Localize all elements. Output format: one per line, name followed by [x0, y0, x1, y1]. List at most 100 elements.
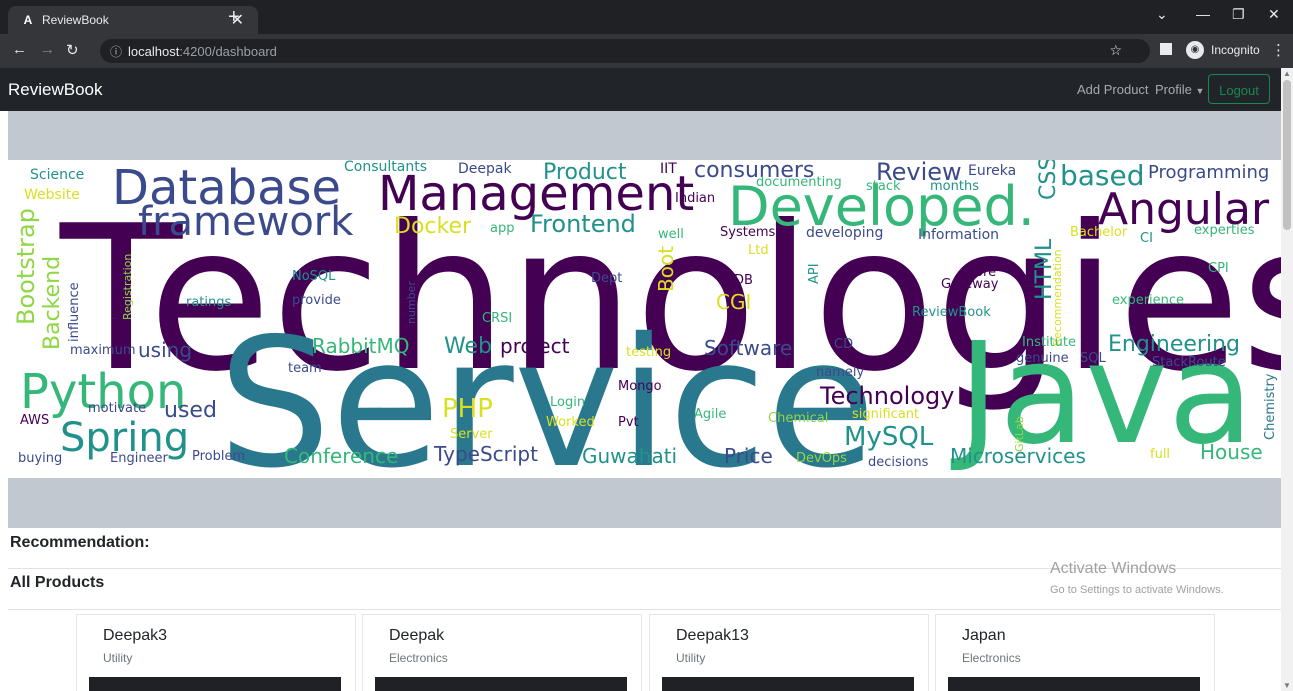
wordcloud-word: SQL [1080, 351, 1106, 366]
side-panel-icon[interactable] [1160, 43, 1172, 55]
wordcloud-word: Mongo [618, 379, 662, 394]
product-card[interactable]: Deepak13 Utility [649, 614, 929, 691]
url-path: :4200/dashboard [179, 44, 277, 59]
wordcloud-word: namely [816, 365, 865, 380]
restore-icon[interactable]: ❐ [1232, 6, 1245, 23]
wordcloud-word: genuine [1016, 351, 1069, 366]
wordcloud-word: Chemistry [1263, 373, 1278, 441]
wordcloud-word: CI [1140, 231, 1153, 246]
product-category: Electronics [962, 651, 1021, 665]
add-product-link[interactable]: Add Product [1077, 82, 1149, 97]
wordcloud-word: Agile [694, 407, 727, 422]
recommendation-heading: Recommendation: [10, 534, 150, 551]
wordcloud-word: maximum [70, 343, 136, 358]
product-category: Utility [103, 651, 133, 665]
wordcloud-word: well [658, 227, 684, 242]
wordcloud-word: Price [724, 444, 773, 468]
page-scrollbar[interactable]: ▲ ▼ [1281, 68, 1293, 691]
reload-icon[interactable]: ↻ [66, 41, 79, 59]
wordcloud-word: PHP [442, 394, 493, 424]
wordcloud-word: Bootstrap [12, 208, 40, 325]
wordcloud-word: buying [18, 451, 63, 466]
scroll-down-arrow-icon[interactable]: ▼ [1283, 681, 1291, 690]
browser-menu-icon[interactable]: ⋮ [1271, 41, 1286, 59]
wordcloud-word: Web [444, 334, 492, 359]
profile-dropdown[interactable]: Profile ▼ [1155, 82, 1204, 97]
wordcloud-word: TypeScript [434, 442, 538, 466]
wordcloud-word: StackRoute [1152, 355, 1226, 370]
wordcloud-word: Backend [40, 255, 65, 350]
wordcloud-word: Software [704, 336, 793, 360]
all-products-heading: All Products [10, 574, 105, 591]
wordcloud-word: Login [550, 395, 586, 410]
browser-tab-strip: A ReviewBook ✕ + ⌄ — ❐ ✕ [0, 0, 1293, 34]
wordcloud-word: IIT [660, 161, 677, 177]
navbar-brand[interactable]: ReviewBook [8, 80, 103, 100]
wordcloud-word: number [405, 281, 418, 324]
wordcloud-word: DB [734, 273, 753, 288]
wordcloud-word: House [1200, 440, 1263, 464]
product-category: Utility [676, 651, 706, 665]
wordcloud-word: Product [543, 160, 627, 185]
product-card[interactable]: Deepak Electronics [362, 614, 642, 691]
wordcloud-word: Dept [591, 271, 623, 286]
minimize-icon[interactable]: — [1196, 6, 1210, 22]
wordcloud-word: CGI [716, 290, 752, 314]
app-navbar: ReviewBook Add Product Profile ▼ Logout [0, 68, 1281, 111]
wordcloud-word: Institute [1022, 335, 1076, 350]
product-thumbnail [662, 677, 914, 691]
wordcloud-word: DevOps [796, 451, 847, 466]
incognito-icon[interactable]: ◉ [1186, 41, 1204, 59]
tab-title: ReviewBook [42, 13, 109, 27]
wordcloud-word: Eureka [968, 163, 1017, 179]
forward-icon[interactable]: → [40, 41, 55, 58]
wordcloud-word: Frontend [530, 210, 636, 238]
wordcloud-word: Recommendation [1051, 249, 1064, 346]
url-host: localhost [128, 44, 180, 59]
wordcloud-word: Technology [820, 382, 955, 410]
wordcloud-word: testing [626, 345, 672, 360]
product-card[interactable]: Deepak3 Utility [76, 614, 356, 691]
wordcloud-word: Gateway [941, 277, 999, 292]
wordcloud-word: Engineering [1108, 332, 1240, 357]
wordcloud-word: Pvt [618, 415, 639, 430]
page-viewport: ReviewBook Add Product Profile ▼ Logout … [0, 68, 1281, 691]
scrollbar-thumb[interactable] [1283, 80, 1291, 230]
product-thumbnail [89, 677, 341, 691]
wordcloud-word: documenting [756, 175, 842, 190]
product-name: Deepak13 [676, 627, 749, 644]
wordcloud-word: Indian [675, 191, 716, 206]
wordcloud-word: using [138, 338, 193, 362]
wordcloud-word: Chemical [768, 411, 829, 426]
logout-button[interactable]: Logout [1208, 74, 1270, 104]
divider [8, 609, 1281, 610]
bookmark-star-icon[interactable]: ☆ [1109, 42, 1122, 59]
tab-search-icon[interactable]: ⌄ [1156, 6, 1168, 23]
wordcloud-word: Server [450, 427, 493, 442]
wordcloud-word: framework [138, 199, 354, 245]
back-icon[interactable]: ← [12, 41, 27, 58]
wordcloud-word: Microservices [950, 444, 1086, 468]
product-name: Deepak [389, 627, 445, 644]
site-info-icon[interactable]: ⓘ [110, 43, 122, 60]
wordcloud-word: experience [1112, 293, 1185, 308]
scroll-up-arrow-icon[interactable]: ▲ [1283, 69, 1291, 78]
wordcloud-word: project [500, 334, 570, 358]
wordcloud-word: CRSI [482, 311, 513, 326]
new-tab-icon[interactable]: + [228, 6, 240, 28]
wordcloud-word: months [930, 179, 979, 194]
close-window-icon[interactable]: ✕ [1268, 6, 1280, 23]
address-bar[interactable]: ⓘ localhost:4200/dashboard ☆ [100, 39, 1150, 63]
activate-windows-title: Activate Windows [1050, 560, 1177, 577]
wordcloud-word: Registration [121, 253, 134, 320]
wordcloud-word: Deepak [458, 161, 512, 177]
wordcloud-word: CD [834, 337, 854, 352]
wordcloud-word: Bachelor [1070, 225, 1128, 240]
wordcloud-word: RabbitMQ [312, 334, 410, 358]
wordcloud-word: team [288, 361, 322, 376]
wordcloud-image: Technologies Service Java Developed. Man… [8, 160, 1281, 478]
product-card[interactable]: Japan Electronics [935, 614, 1215, 691]
product-thumbnail [375, 677, 627, 691]
wordcloud-word: based [1060, 160, 1145, 192]
browser-tab[interactable]: A ReviewBook ✕ [8, 6, 258, 34]
